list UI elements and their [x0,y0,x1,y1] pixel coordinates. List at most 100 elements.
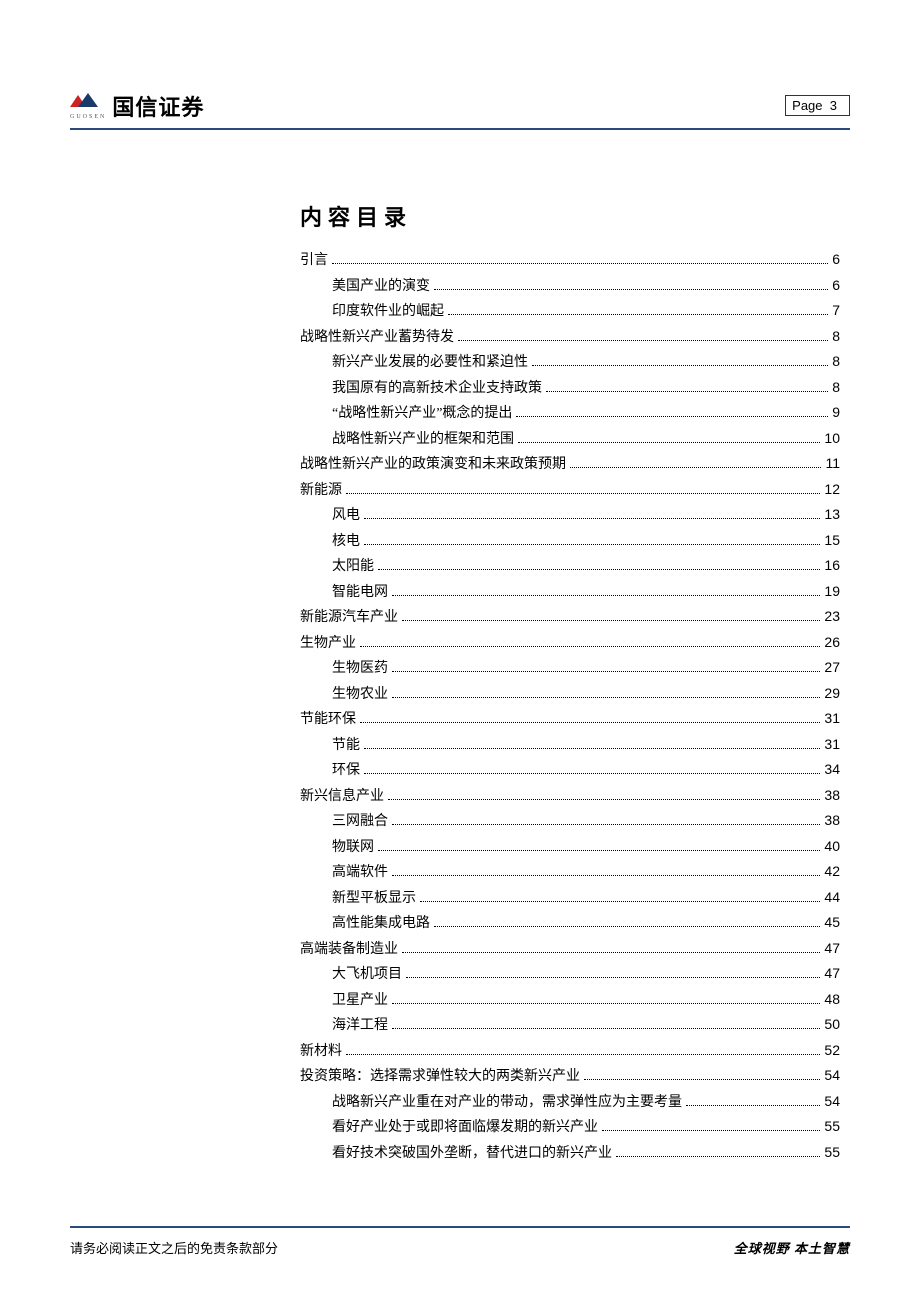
page-footer: 请务必阅读正文之后的免责条款部分 全球视野 本土智慧 [70,1226,850,1257]
toc-entry-page: 19 [824,584,840,598]
toc-entry: 太阳能16 [300,558,840,574]
toc-entry: 节能环保 31 [300,711,840,727]
company-logo: GUOSEN 国信证券 [70,90,204,122]
toc-entry-page: 34 [824,762,840,776]
toc-entry-page: 15 [824,533,840,547]
toc-entry-label: 环保 [332,764,360,778]
toc-leader-dots [584,1079,820,1080]
toc-entry: 投资策略：选择需求弹性较大的两类新兴产业 54 [300,1068,840,1084]
toc-entry-label: 生物产业 [300,637,356,651]
toc-entry: 新材料52 [300,1043,840,1059]
toc-entry-page: 47 [824,966,840,980]
toc-entry: 高端装备制造业 47 [300,941,840,957]
toc-entry: 新兴产业发展的必要性和紧迫性8 [300,354,840,370]
toc-entry: 看好技术突破国外垄断，替代进口的新兴产业 55 [300,1145,840,1161]
toc-entry: 看好产业处于或即将面临爆发期的新兴产业 55 [300,1119,840,1135]
toc-entry-page: 9 [832,405,840,419]
toc-title: 内容目录 [300,200,840,232]
toc-entry-label: 海洋工程 [332,1019,388,1033]
toc-entry-page: 31 [824,711,840,725]
toc-entry-label: 风电 [332,509,360,523]
toc-entry: 战略性新兴产业蓄势待发 8 [300,329,840,345]
toc-entry-page: 7 [832,303,840,317]
toc-entry-label: 高性能集成电路 [332,917,430,931]
toc-leader-dots [332,263,828,264]
page-header: GUOSEN 国信证券 Page 3 [70,90,850,130]
toc-leader-dots [402,620,820,621]
toc-leader-dots [378,569,820,570]
toc-leader-dots [364,518,820,519]
toc-leader-dots [378,850,820,851]
footer-rule [70,1226,850,1228]
toc-entry-label: 节能 [332,739,360,753]
toc-entry: 战略性新兴产业的政策演变和未来政策预期11 [300,456,840,472]
toc-entry: 新兴信息产业38 [300,788,840,804]
toc-entry-label: 高端装备制造业 [300,943,398,957]
toc-entry-label: 核电 [332,535,360,549]
footer-disclaimer: 请务必阅读正文之后的免责条款部分 [70,1238,278,1257]
toc-entry: 卫星产业48 [300,992,840,1008]
toc-entry-label: 智能电网 [332,586,388,600]
toc-entry: 三网融合38 [300,813,840,829]
toc-leader-dots [364,544,820,545]
toc-leader-dots [402,952,820,953]
toc-entry-page: 42 [824,864,840,878]
toc-entry-page: 13 [824,507,840,521]
toc-entry-page: 50 [824,1017,840,1031]
company-sub: GUOSEN [70,114,106,120]
toc-leader-dots [392,671,820,672]
toc-leader-dots [434,289,828,290]
toc-entry-label: 看好产业处于或即将面临爆发期的新兴产业 [332,1121,598,1135]
toc-entry: 环保 34 [300,762,840,778]
toc-leader-dots [346,1054,820,1055]
toc-entry-page: 23 [824,609,840,623]
toc-entry-label: 战略性新兴产业的框架和范围 [332,433,514,447]
footer-slogan: 全球视野 本土智慧 [734,1238,850,1257]
toc-entry: 新能源12 [300,482,840,498]
toc-entry-label: 节能环保 [300,713,356,727]
toc-entry-page: 8 [832,329,840,343]
toc-entry-label: 战略性新兴产业的政策演变和未来政策预期 [300,458,566,472]
toc-leader-dots [392,1028,820,1029]
toc-leader-dots [570,467,821,468]
toc-entry: 生物医药27 [300,660,840,676]
toc-entry-label: 投资策略：选择需求弹性较大的两类新兴产业 [300,1070,580,1084]
toc-entry-page: 47 [824,941,840,955]
toc-entry-page: 6 [832,278,840,292]
toc-entry-label: 战略性新兴产业蓄势待发 [300,331,454,345]
toc-entry-page: 55 [824,1119,840,1133]
toc-entry-label: 生物农业 [332,688,388,702]
toc-entry: “战略性新兴产业”概念的提出9 [300,405,840,421]
toc-entry-page: 12 [824,482,840,496]
toc-entry-label: 大飞机项目 [332,968,402,982]
toc-entry-page: 8 [832,380,840,394]
toc-entry-label: 高端软件 [332,866,388,880]
toc-entry-page: 55 [824,1145,840,1159]
toc-leader-dots [360,646,820,647]
toc-entry-page: 10 [824,431,840,445]
toc-leader-dots [448,314,828,315]
toc-entry-page: 38 [824,813,840,827]
toc-entry-page: 6 [832,252,840,266]
toc-entry-label: 卫星产业 [332,994,388,1008]
toc-entry: 美国产业的演变6 [300,278,840,294]
toc-entry: 核电 15 [300,533,840,549]
toc-entry: 新能源汽车产业23 [300,609,840,625]
toc-leader-dots [518,442,820,443]
toc-leader-dots [360,722,820,723]
toc-leader-dots [392,697,820,698]
toc-leader-dots [392,875,820,876]
toc-leader-dots [532,365,828,366]
toc-entry-label: 印度软件业的崛起 [332,305,444,319]
toc-entry-label: 新兴产业发展的必要性和紧迫性 [332,356,528,370]
toc-entry: 战略新兴产业重在对产业的带动，需求弹性应为主要考量54 [300,1094,840,1110]
toc-entry-label: 新材料 [300,1045,342,1059]
page-number: 3 [830,98,837,113]
toc-entry-label: 看好技术突破国外垄断，替代进口的新兴产业 [332,1147,612,1161]
toc-entry-page: 29 [824,686,840,700]
toc-leader-dots [406,977,820,978]
page-number-box: Page 3 [785,95,850,116]
page-label: Page [792,98,822,113]
toc-leader-dots [434,926,820,927]
toc-entry-page: 54 [824,1068,840,1082]
